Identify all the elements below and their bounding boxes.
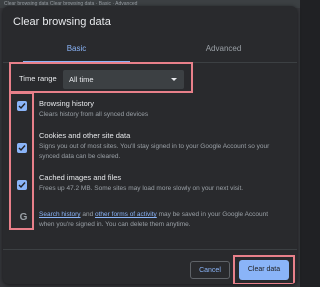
checkmark-icon bbox=[18, 103, 26, 110]
clear-browsing-data-dialog: Clear browsing data Basic Advanced Time … bbox=[3, 6, 297, 284]
other-activity-link[interactable]: other forms of activity bbox=[95, 211, 157, 218]
checkbox-cookies[interactable] bbox=[17, 143, 27, 153]
item-desc-cookies: Signs you out of most sites. You'll stay… bbox=[39, 143, 270, 160]
clear-data-button[interactable]: Clear data bbox=[239, 260, 289, 280]
item-title-browsing-history: Browsing history bbox=[39, 99, 95, 108]
tab-basic[interactable]: Basic bbox=[3, 36, 150, 62]
browser-background: Clear browsing data Clear browsing data … bbox=[0, 0, 300, 287]
checkmark-icon bbox=[18, 145, 26, 152]
time-range-value: All time bbox=[69, 75, 94, 84]
cancel-button[interactable]: Cancel bbox=[190, 261, 230, 279]
search-history-link[interactable]: Search history bbox=[39, 211, 81, 218]
item-title-cached-images: Cached images and files bbox=[39, 173, 122, 182]
active-tab-indicator bbox=[23, 61, 130, 63]
chevron-down-icon bbox=[171, 78, 177, 81]
item-desc-browsing-history: Clears history from all synced devices bbox=[39, 111, 149, 118]
tab-advanced[interactable]: Advanced bbox=[150, 36, 297, 62]
checkbox-browsing-history[interactable] bbox=[17, 101, 27, 111]
checkmark-icon bbox=[18, 182, 26, 189]
account-info-text: Search history and other forms of activi… bbox=[39, 210, 279, 230]
highlight-checkboxes bbox=[9, 92, 34, 230]
dialog-title: Clear browsing data bbox=[13, 16, 111, 28]
time-range-select[interactable]: All time bbox=[63, 70, 184, 89]
info-text-and: and bbox=[80, 211, 96, 218]
footer-divider bbox=[3, 249, 297, 250]
time-range-row: Time range All time bbox=[13, 67, 190, 92]
google-icon: G bbox=[19, 212, 28, 223]
checkbox-cached-images[interactable] bbox=[17, 180, 27, 190]
time-range-label: Time range bbox=[19, 74, 57, 83]
tab-bar: Basic Advanced bbox=[3, 36, 297, 63]
item-desc-cached-images: Frees up 47.2 MB. Some sites may load mo… bbox=[39, 185, 244, 192]
item-title-cookies: Cookies and other site data bbox=[39, 131, 131, 140]
